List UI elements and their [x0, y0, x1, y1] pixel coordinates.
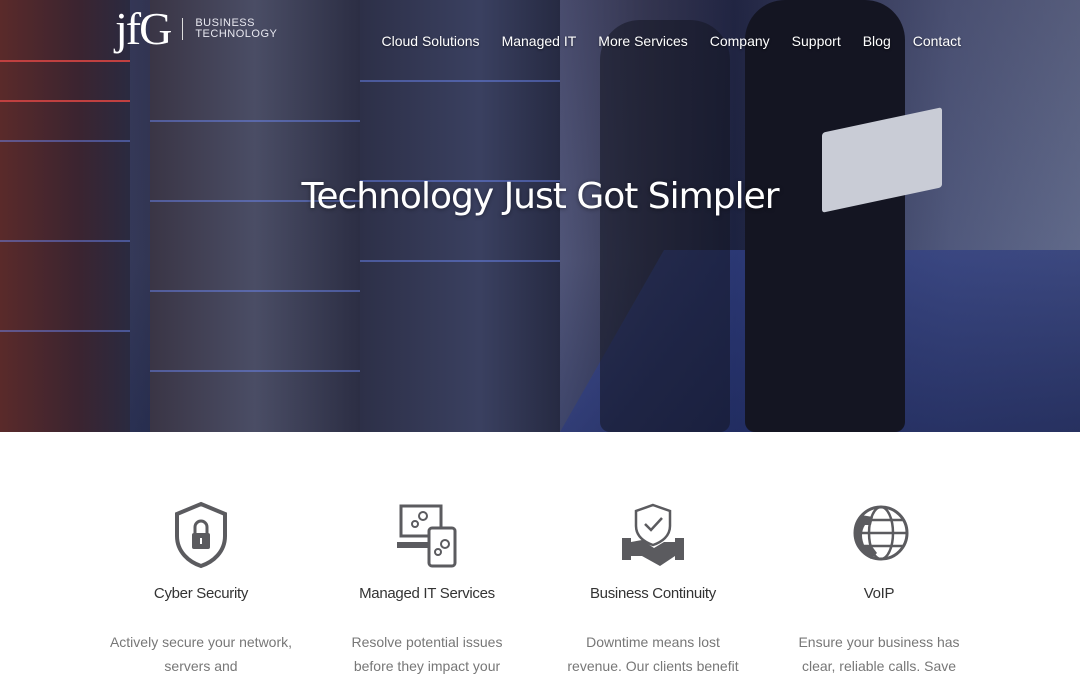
- service-cyber-security[interactable]: Cyber Security Actively secure your netw…: [88, 495, 314, 678]
- phone-globe-icon: [766, 495, 992, 575]
- nav-company[interactable]: Company: [699, 33, 781, 49]
- person-reflection-image: [600, 20, 730, 432]
- services-section: Cyber Security Actively secure your netw…: [88, 495, 992, 678]
- nav-blog[interactable]: Blog: [852, 33, 902, 49]
- nav-more-services[interactable]: More Services: [587, 33, 698, 49]
- logo-mark: jfG: [115, 3, 172, 54]
- service-description: Ensure your business has clear, reliable…: [798, 634, 960, 674]
- logo-text: BUSINESS TECHNOLOGY: [195, 18, 277, 40]
- service-title: Managed IT Services: [359, 585, 495, 602]
- service-title: VoIP: [863, 585, 895, 602]
- service-voip[interactable]: VoIP Ensure your business has clear, rel…: [766, 495, 992, 678]
- service-description: Downtime means lost revenue. Our clients…: [567, 634, 739, 674]
- service-managed-it[interactable]: Managed IT Services Resolve potential is…: [314, 495, 540, 678]
- hero-banner: jfG BUSINESS TECHNOLOGY Cloud Solutions …: [0, 0, 1080, 432]
- shield-lock-icon: [88, 495, 314, 575]
- nav-contact[interactable]: Contact: [902, 33, 972, 49]
- shield-handshake-icon: [540, 495, 766, 575]
- service-title: Business Continuity: [589, 585, 717, 602]
- devices-gears-icon: [314, 495, 540, 575]
- service-description: Actively secure your network, servers an…: [109, 634, 293, 674]
- company-logo[interactable]: jfG BUSINESS TECHNOLOGY: [115, 0, 277, 58]
- service-business-continuity[interactable]: Business Continuity Downtime means lost …: [540, 495, 766, 678]
- service-description: Resolve potential issues before they imp…: [351, 634, 503, 674]
- main-nav: Cloud Solutions Managed IT More Services…: [371, 33, 973, 49]
- hero-title: Technology Just Got Simpler: [301, 176, 779, 218]
- service-title: Cyber Security: [153, 585, 249, 602]
- nav-cloud-solutions[interactable]: Cloud Solutions: [371, 33, 491, 49]
- nav-managed-it[interactable]: Managed IT: [491, 33, 588, 49]
- logo-divider: [182, 18, 184, 40]
- logo-line-2: TECHNOLOGY: [195, 28, 278, 40]
- nav-support[interactable]: Support: [781, 33, 852, 49]
